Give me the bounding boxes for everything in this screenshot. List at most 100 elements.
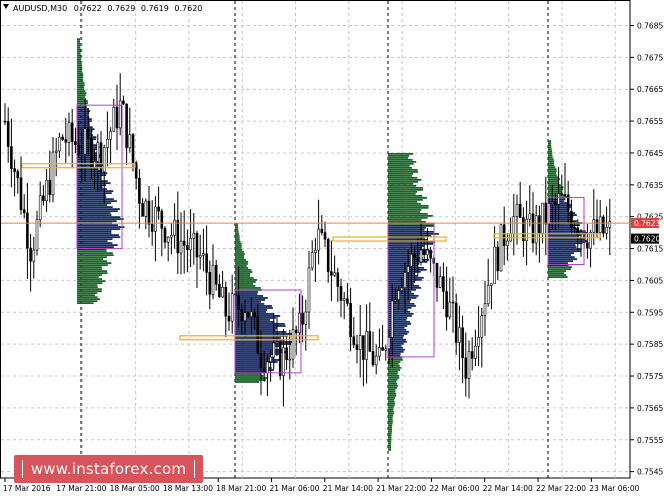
candle-body[interactable] — [490, 283, 493, 286]
candle-body[interactable] — [64, 139, 68, 143]
candle-body[interactable] — [419, 249, 423, 263]
candle-body[interactable] — [51, 151, 55, 196]
candle-body[interactable] — [131, 134, 135, 164]
candle-body[interactable] — [13, 168, 16, 172]
candle-body[interactable] — [483, 303, 487, 316]
candle-body[interactable] — [285, 347, 288, 361]
candle-body[interactable] — [272, 342, 276, 358]
price-chart[interactable]: 0.7685 0.7675 0.7665 0.7655 0.7645 0.7635 0.76… — [0, 0, 664, 498]
candle-body[interactable] — [413, 253, 416, 259]
candle-body[interactable] — [326, 238, 330, 272]
candle-body[interactable] — [138, 177, 141, 204]
candle-body[interactable] — [336, 272, 340, 287]
candle-body[interactable] — [397, 290, 400, 300]
candle-body[interactable] — [218, 283, 221, 298]
candle-body[interactable] — [509, 233, 512, 242]
candle-body[interactable] — [333, 272, 336, 276]
candle-body[interactable] — [157, 206, 160, 212]
candle-body[interactable] — [362, 335, 365, 360]
candle-body[interactable] — [160, 210, 164, 229]
candle-body[interactable] — [480, 315, 484, 338]
candle-body[interactable] — [221, 287, 224, 298]
candle-body[interactable] — [400, 287, 404, 292]
candle-body[interactable] — [294, 329, 298, 333]
candle-body[interactable] — [86, 128, 90, 139]
candle-body[interactable] — [378, 347, 381, 357]
candle-body[interactable] — [93, 161, 96, 168]
candle-body[interactable] — [125, 103, 128, 149]
candle-body[interactable] — [534, 215, 538, 244]
candle-body[interactable] — [227, 315, 231, 322]
candle-body[interactable] — [330, 271, 333, 276]
candle-body[interactable] — [598, 216, 602, 233]
candle-body[interactable] — [554, 202, 557, 205]
candle-body[interactable] — [538, 215, 541, 234]
candle-body[interactable] — [358, 335, 362, 351]
candle-body[interactable] — [70, 122, 74, 142]
candle-body[interactable] — [314, 249, 317, 253]
candle-body[interactable] — [19, 177, 23, 210]
candle-body[interactable] — [250, 311, 253, 317]
candle-body[interactable] — [195, 232, 199, 258]
candle-body[interactable] — [176, 219, 180, 254]
candle-body[interactable] — [54, 150, 58, 153]
candle-body[interactable] — [83, 128, 87, 155]
candle-body[interactable] — [182, 240, 186, 246]
candle-body[interactable] — [109, 130, 112, 140]
candle-body[interactable] — [557, 193, 560, 205]
candle-body[interactable] — [35, 219, 39, 251]
candle-body[interactable] — [96, 142, 100, 162]
candle-body[interactable] — [278, 341, 282, 376]
candle-body[interactable] — [416, 257, 420, 263]
candle-body[interactable] — [451, 301, 455, 304]
candle-body[interactable] — [243, 312, 247, 321]
candle-body[interactable] — [16, 171, 20, 179]
candle-body[interactable] — [454, 302, 458, 343]
candle-body[interactable] — [256, 316, 260, 354]
candle-body[interactable] — [58, 136, 61, 152]
candle-body[interactable] — [282, 347, 285, 376]
candle-body[interactable] — [288, 358, 292, 361]
candle-body[interactable] — [528, 213, 532, 220]
candle-body[interactable] — [474, 345, 477, 359]
candle-body[interactable] — [275, 341, 279, 344]
candle-body[interactable] — [186, 245, 189, 251]
candle-body[interactable] — [502, 224, 506, 246]
candle-body[interactable] — [410, 253, 413, 267]
candle-body[interactable] — [605, 227, 608, 234]
candle-body[interactable] — [6, 121, 10, 147]
candle-body[interactable] — [355, 344, 359, 351]
candle-body[interactable] — [541, 202, 544, 234]
candle-body[interactable] — [246, 312, 250, 317]
candle-body[interactable] — [240, 309, 244, 321]
candle-body[interactable] — [323, 232, 327, 240]
candle-body[interactable] — [224, 287, 228, 317]
candle-body[interactable] — [144, 200, 148, 217]
candle-body[interactable] — [496, 246, 500, 272]
candle-body[interactable] — [477, 336, 480, 347]
candle-body[interactable] — [29, 247, 32, 262]
candle-body[interactable] — [163, 227, 167, 243]
candle-body[interactable] — [349, 303, 352, 338]
candle-body[interactable] — [339, 286, 343, 301]
candle-body[interactable] — [61, 136, 64, 140]
candle-body[interactable] — [189, 237, 192, 251]
candle-body[interactable] — [266, 361, 269, 374]
candle-body[interactable] — [192, 232, 196, 239]
candle-body[interactable] — [259, 353, 263, 369]
candle-body[interactable] — [445, 291, 448, 318]
candle-body[interactable] — [38, 195, 42, 220]
candle-body[interactable] — [170, 234, 173, 238]
chart-window[interactable]: 0.7685 0.7675 0.7665 0.7655 0.7645 0.7635 0.76… — [0, 0, 664, 498]
candle-body[interactable] — [515, 203, 519, 217]
candle-body[interactable] — [262, 367, 266, 374]
candle-body[interactable] — [563, 194, 567, 196]
candle-body[interactable] — [461, 327, 464, 359]
candle-body[interactable] — [150, 223, 154, 232]
candle-body[interactable] — [198, 255, 202, 258]
candle-body[interactable] — [602, 216, 605, 234]
candle-body[interactable] — [291, 329, 295, 360]
candle-body[interactable] — [320, 228, 324, 233]
candle-body[interactable] — [45, 179, 48, 201]
candle-body[interactable] — [269, 356, 272, 362]
